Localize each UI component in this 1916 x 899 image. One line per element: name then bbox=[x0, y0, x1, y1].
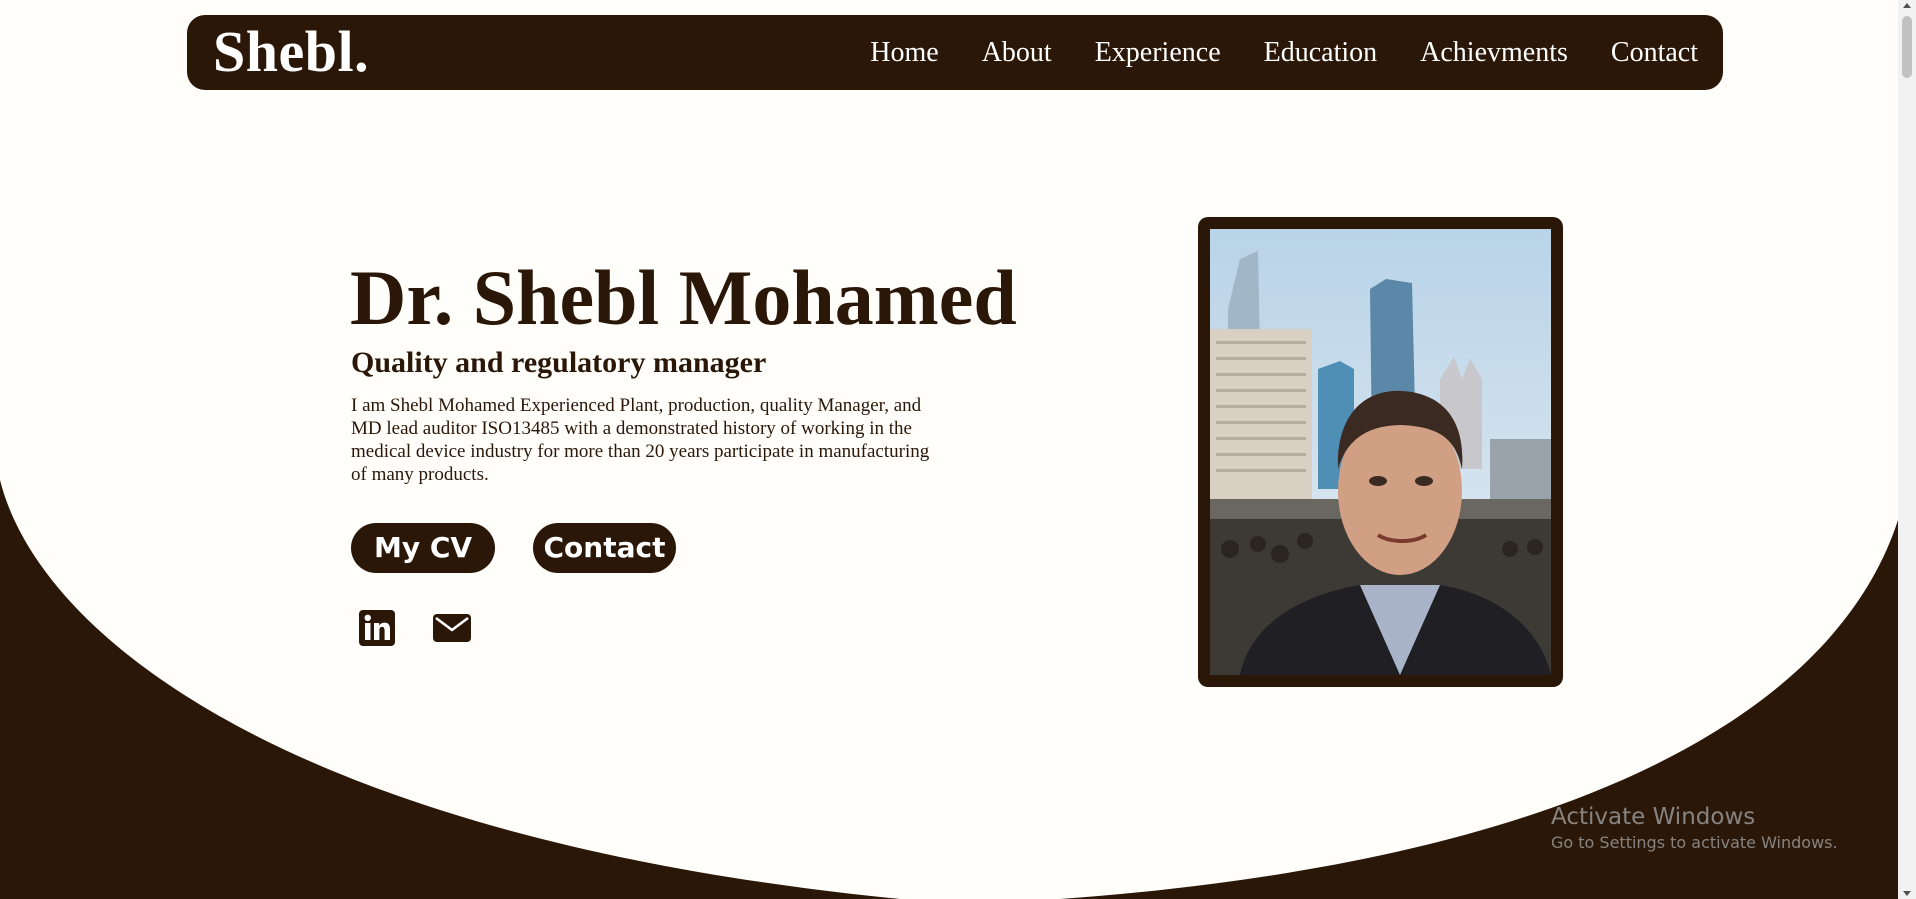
contact-button[interactable]: Contact bbox=[533, 523, 676, 573]
hero-description: I am Shebl Mohamed Experienced Plant, pr… bbox=[351, 395, 930, 485]
linkedin-icon[interactable] bbox=[357, 608, 397, 648]
hero-title: Dr. Shebl Mohamed bbox=[350, 254, 1017, 341]
scroll-down-arrow-icon[interactable] bbox=[1903, 891, 1911, 896]
windows-activation-watermark: Activate Windows Go to Settings to activ… bbox=[1551, 802, 1838, 854]
my-cv-button[interactable]: My CV bbox=[351, 523, 495, 573]
page: Shebl. Home About Experience Education A… bbox=[0, 0, 1898, 899]
nav-link-achievements[interactable]: Achievments bbox=[1420, 37, 1568, 69]
mail-icon[interactable] bbox=[431, 608, 473, 648]
profile-photo-frame bbox=[1198, 217, 1563, 687]
site-logo[interactable]: Shebl. bbox=[213, 19, 369, 85]
nav-link-home[interactable]: Home bbox=[870, 37, 938, 69]
scroll-up-arrow-icon[interactable] bbox=[1903, 3, 1911, 8]
background-wave bbox=[0, 480, 1898, 899]
vertical-scrollbar[interactable] bbox=[1898, 0, 1916, 899]
nav-link-education[interactable]: Education bbox=[1264, 37, 1378, 69]
nav-link-contact[interactable]: Contact bbox=[1611, 37, 1698, 69]
nav-link-experience[interactable]: Experience bbox=[1095, 37, 1221, 69]
hero-subtitle: Quality and regulatory manager bbox=[351, 346, 767, 379]
profile-photo bbox=[1210, 229, 1551, 675]
scroll-thumb[interactable] bbox=[1902, 16, 1912, 78]
nav-link-about[interactable]: About bbox=[982, 37, 1052, 69]
activation-title: Activate Windows bbox=[1551, 804, 1756, 830]
navbar: Shebl. Home About Experience Education A… bbox=[187, 15, 1723, 90]
nav-links: Home About Experience Education Achievme… bbox=[827, 15, 1698, 90]
activation-subtitle: Go to Settings to activate Windows. bbox=[1551, 833, 1838, 852]
